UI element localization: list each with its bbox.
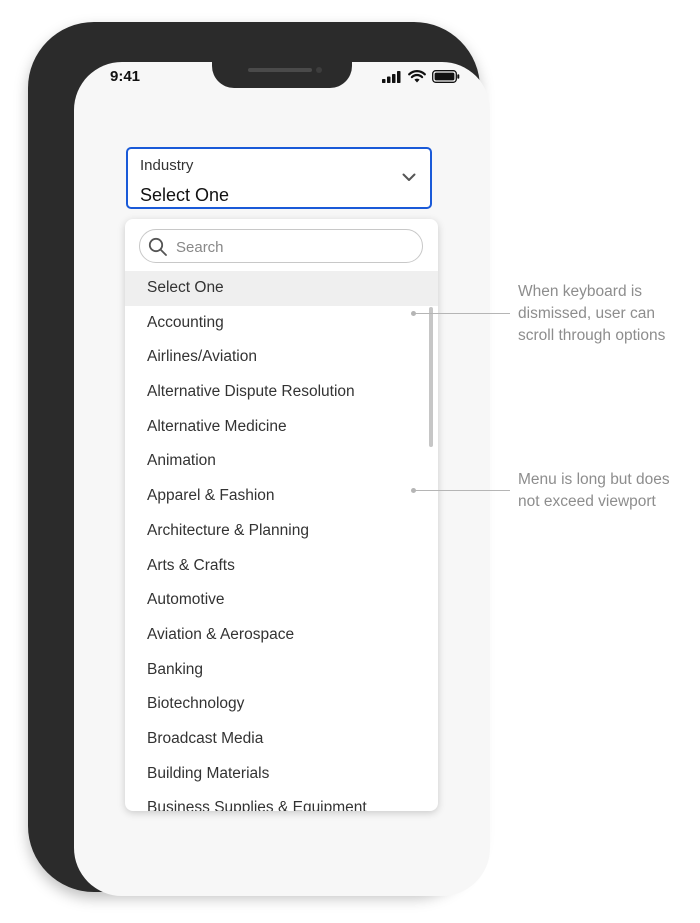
chevron-down-icon [402,173,416,181]
menu-option[interactable]: Automotive [125,583,438,618]
annotation-1-line [414,313,510,314]
menu-option[interactable]: Banking [125,653,438,688]
menu-option[interactable]: Biotechnology [125,687,438,722]
menu-option[interactable]: Animation [125,444,438,479]
phone-screen: 9:41 Industry Select One Search Select O… [74,62,490,896]
phone-notch [212,62,352,88]
annotation-2-text: Menu is long but does not exceed viewpor… [518,471,670,510]
signal-icon [382,70,401,83]
battery-icon [432,70,460,83]
search-icon [148,237,167,256]
select-value: Select One [140,185,230,205]
menu-option[interactable]: Business Supplies & Equipment [125,791,438,811]
status-icons [382,70,460,83]
menu-option[interactable]: Building Materials [125,757,438,792]
menu-option[interactable]: Architecture & Planning [125,514,438,549]
search-input[interactable] [174,234,418,260]
menu-option[interactable]: Alternative Dispute Resolution [125,375,438,410]
menu-option[interactable]: Apparel & Fashion [125,479,438,514]
phone-frame: 9:41 Industry Select One Search Select O… [28,22,490,896]
menu-search [139,229,423,263]
options-list: Select One Accounting Airlines/Aviation Alt… [125,271,438,811]
menu-option[interactable]: Broadcast Media [125,722,438,757]
menu-option[interactable]: Aviation & Aerospace [125,618,438,653]
dropdown-menu: Select OneAccountingAirlines/AviationAlt… [125,219,438,811]
menu-option[interactable]: Alternative Medicine [125,410,438,445]
select-label: Industry [140,157,194,174]
wifi-icon [408,70,426,83]
menu-option[interactable]: Airlines/Aviation [125,340,438,375]
menu-option[interactable]: Select One [125,271,438,306]
annotation-2-line [414,490,510,491]
menu-scrollbar[interactable] [429,307,433,447]
status-time: 9:41 [110,68,141,85]
front-camera [316,67,322,73]
speaker-grille [248,68,312,72]
industry-select[interactable]: Industry Select One [126,147,432,209]
menu-option[interactable]: Arts & Crafts [125,549,438,584]
menu-option[interactable]: Accounting [125,306,438,341]
annotation-1-text: When keyboard is dismissed, user can scr… [518,283,666,344]
